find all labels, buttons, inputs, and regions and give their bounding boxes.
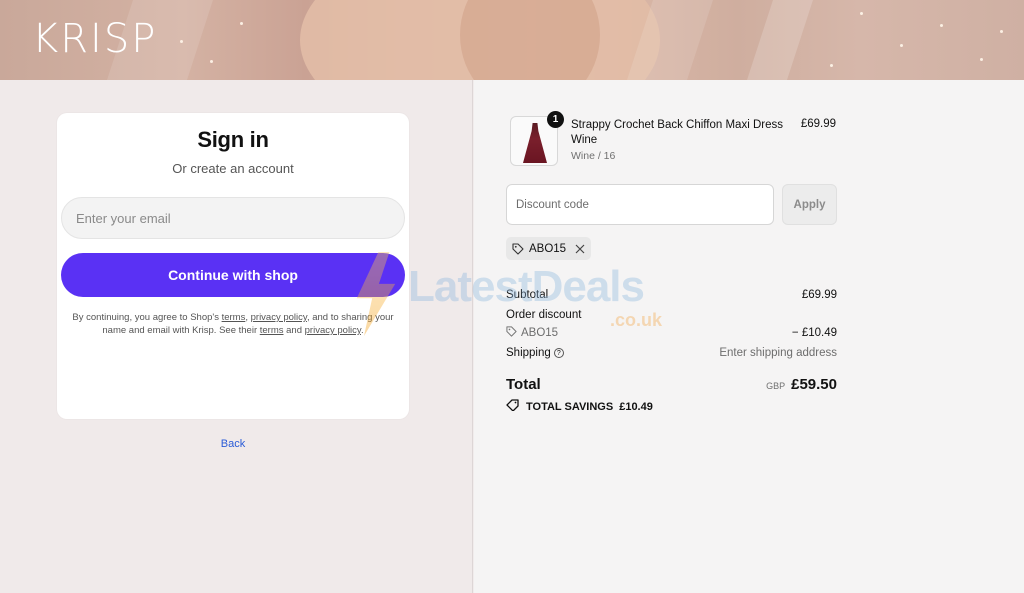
order-discount-row: Order discount: [506, 309, 837, 321]
back-link[interactable]: Back: [0, 438, 466, 450]
subtotal-value: £69.99: [801, 289, 837, 301]
continue-with-shop-button[interactable]: Continue with shop: [61, 253, 405, 297]
applied-discount-code: ABO15: [529, 242, 567, 255]
banner-decoration: [860, 12, 863, 15]
dress-image: [523, 123, 547, 163]
banner-decoration: [460, 0, 600, 80]
order-discount-code: ABO15: [521, 327, 559, 339]
order-discount-value: − £10.49: [791, 327, 837, 339]
order-discount-label: Order discount: [506, 309, 582, 321]
krisp-privacy-link[interactable]: privacy policy: [305, 325, 361, 336]
savings-value: £10.49: [619, 400, 653, 413]
email-field[interactable]: [61, 197, 405, 239]
order-discount-detail-row: ABO15 − £10.49: [506, 326, 837, 340]
shipping-label-wrap: Shipping?: [506, 347, 564, 359]
krisp-terms-link[interactable]: terms: [260, 325, 284, 336]
banner-decoration: [940, 24, 943, 27]
remove-discount-icon[interactable]: [575, 244, 585, 254]
currency-code: GBP: [766, 381, 786, 391]
discount-code-field[interactable]: [506, 184, 774, 225]
legal-text-part: and: [283, 325, 305, 336]
signin-card: Sign in Or create an account Continue wi…: [57, 113, 409, 419]
banner-decoration: [980, 58, 983, 61]
total-amount-wrap: GBP £59.50: [766, 376, 837, 393]
tag-icon: [506, 399, 520, 414]
total-label: Total: [506, 376, 541, 393]
banner-decoration: [1000, 30, 1003, 33]
product-variant: Wine / 16: [571, 150, 616, 162]
quantity-badge: 1: [547, 111, 564, 128]
brand-logo[interactable]: KRISP: [32, 16, 157, 62]
product-name: Strappy Crochet Back Chiffon Maxi Dress …: [571, 119, 783, 146]
subtotal-row: Subtotal £69.99: [506, 289, 837, 301]
savings-label: TOTAL SAVINGS: [526, 400, 614, 413]
shop-terms-link[interactable]: terms: [222, 312, 246, 323]
total-value: £59.50: [791, 376, 837, 393]
order-summary: 1 Strappy Crochet Back Chiffon Maxi Dres…: [474, 80, 1024, 593]
order-discount-code-wrap: ABO15: [506, 326, 558, 340]
legal-text: By continuing, you agree to Shop's terms…: [61, 311, 405, 337]
shipping-label: Shipping: [506, 347, 551, 359]
shipping-row: Shipping? Enter shipping address: [506, 347, 837, 359]
tag-icon: [512, 242, 524, 255]
help-icon[interactable]: ?: [553, 348, 564, 358]
banner-decoration: [240, 22, 243, 25]
legal-text-part: .: [360, 325, 364, 336]
tag-icon: [506, 326, 517, 340]
signin-title: Sign in: [197, 127, 269, 152]
shop-privacy-link[interactable]: privacy policy: [251, 312, 307, 323]
signin-panel: Sign in Or create an account Continue wi…: [0, 80, 473, 593]
applied-discount-chip: ABO15: [506, 237, 592, 260]
banner-decoration: [210, 60, 213, 63]
banner-decoration: [900, 44, 903, 47]
total-row: Total GBP £59.50: [506, 376, 837, 393]
header-banner: KRISP: [0, 0, 1024, 80]
signin-subtitle: Or create an account: [172, 161, 294, 176]
banner-decoration: [743, 0, 817, 80]
product-price: £69.99: [800, 118, 836, 130]
banner-decoration: [830, 64, 833, 67]
banner-decoration: [180, 40, 183, 43]
apply-discount-button[interactable]: Apply: [782, 184, 837, 225]
subtotal-label: Subtotal: [506, 289, 549, 301]
shipping-value: Enter shipping address: [719, 347, 837, 359]
total-savings: TOTAL SAVINGS £10.49: [506, 399, 653, 414]
legal-text-part: By continuing, you agree to Shop's: [72, 312, 222, 323]
